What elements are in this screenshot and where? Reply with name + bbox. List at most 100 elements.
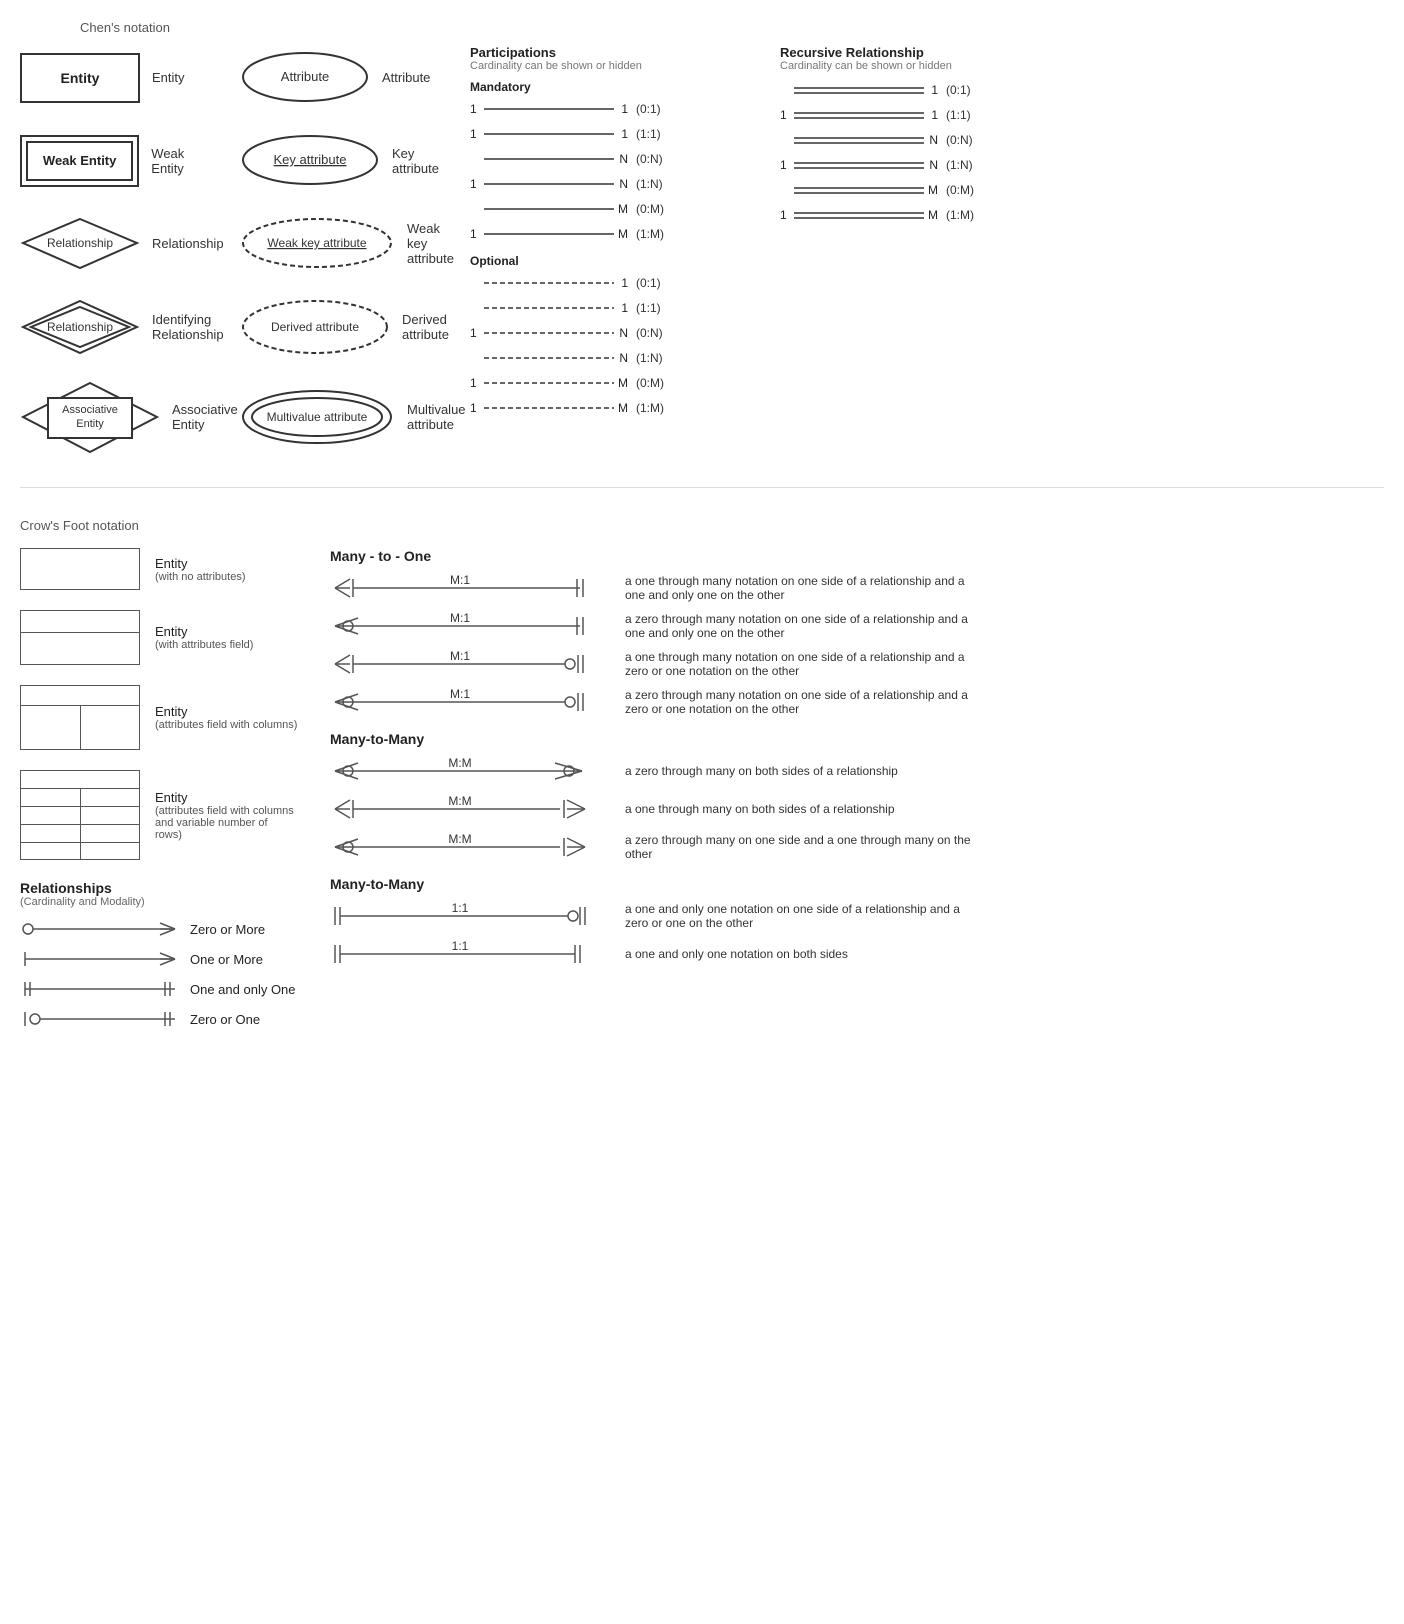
crows-title: Crow's Foot notation [20, 518, 1384, 533]
svg-text:Entity: Entity [76, 418, 104, 430]
11-row1: 1:1 a one and only one notation on one s… [330, 902, 1384, 930]
weak-entity-label: Weak Entity [151, 146, 220, 176]
svg-text:M:1: M:1 [450, 611, 470, 625]
svg-text:M:1: M:1 [450, 649, 470, 663]
crows-entity-attrs: Entity (with attributes field) [20, 610, 300, 665]
identifying-rel-shape: Relationship [20, 298, 140, 356]
svg-text:M:M: M:M [448, 832, 471, 846]
recursive-row-1n: 1 N (1:N) [780, 155, 1020, 175]
svg-text:Weak key attribute: Weak key attribute [267, 236, 366, 250]
svg-text:1:1: 1:1 [452, 901, 469, 915]
mm-row2: M:M a one through many on both sides of … [330, 795, 1384, 823]
optional-row-0n: 1 N (0:N) [470, 323, 760, 343]
participations-section: Participations Cardinality can be shown … [440, 45, 760, 457]
recursive-row-0n: N (0:N) [780, 130, 1020, 150]
crows-section: Crow's Foot notation Entity (with no att… [20, 518, 1384, 1038]
mm-diagram1: M:M [330, 757, 610, 785]
svg-text:Attribute: Attribute [281, 69, 329, 84]
m1-row3: M:1 a one through many notation on one s… [330, 650, 1384, 678]
rels-section: Relationships (Cardinality and Modality) [20, 880, 300, 1030]
varrows-entity-box [20, 770, 140, 860]
optional-row-1m: 1 M (1:M) [470, 398, 760, 418]
recursive-section: Recursive Relationship Cardinality can b… [760, 45, 1020, 457]
rels-subtitle: (Cardinality and Modality) [20, 896, 300, 908]
entity-row: Entity Entity [20, 45, 220, 110]
chens-section: Chen's notation Entity Entity Weak Entit… [20, 20, 1384, 457]
one-only-label: One and only One [190, 982, 296, 997]
rel-zero-or-one: Zero or One [20, 1008, 300, 1030]
svg-text:Multivalue attribute: Multivalue attribute [267, 410, 368, 424]
many-to-many-title: Many-to-Many [330, 731, 1384, 747]
participations-title: Participations [470, 45, 760, 60]
relationship-shape: Relationship [20, 216, 140, 271]
m1-row1: M:1 a one through many notation on one s… [330, 574, 1384, 602]
svg-text:M:M: M:M [448, 756, 471, 770]
mandatory-row-01: 1 1 (0:1) [470, 99, 760, 119]
relationship-label: Relationship [152, 236, 224, 251]
attribute-label: Attribute [382, 70, 430, 85]
crows-entity-varrows: Entity (attributes field with columns an… [20, 770, 300, 860]
participations-subtitle: Cardinality can be shown or hidden [470, 60, 760, 72]
crows-entity-simple: Entity (with no attributes) [20, 548, 300, 590]
assoc-entity-row: Associative Entity Associative Entity [20, 377, 220, 457]
multivalue-attr-row: Multivalue attribute Multivalue attribut… [240, 377, 440, 457]
m1-diagram2: M:1 [330, 612, 610, 640]
one-or-more-label: One or More [190, 952, 263, 967]
mandatory-row-1m: 1 M (1:M) [470, 224, 760, 244]
rel-one-or-more: One or More [20, 948, 300, 970]
simple-entity-sub: (with no attributes) [155, 571, 245, 583]
weak-key-attr-shape: Weak key attribute [240, 216, 395, 271]
optional-row-1n: N (1:N) [470, 348, 760, 368]
svg-text:Relationship: Relationship [47, 236, 113, 250]
identifying-rel-row: Relationship Identifying Relationship [20, 294, 220, 359]
many-to-one-title: Many - to - One [330, 548, 1384, 564]
11-row2: 1:1 a one and only one notation on both … [330, 940, 1384, 968]
svg-text:Relationship: Relationship [47, 320, 113, 334]
many-to-many2-title: Many-to-Many [330, 876, 1384, 892]
recursive-row-01: 1 (0:1) [780, 80, 1020, 100]
mm-row3: M:M a zero through many on one side and … [330, 833, 1384, 861]
optional-row-0m: 1 M (0:M) [470, 373, 760, 393]
mm-diagram3: M:M [330, 833, 610, 861]
key-attr-label: Key attribute [392, 146, 440, 176]
recursive-title: Recursive Relationship [780, 45, 1020, 60]
optional-row-11: 1 (1:1) [470, 298, 760, 318]
weak-entity-shape: Weak Entity [20, 135, 139, 187]
assoc-entity-shape: Associative Entity [20, 380, 160, 455]
m1-row2: M:1 a zero through many notation on one … [330, 612, 1384, 640]
derived-attr-shape: Derived attribute [240, 298, 390, 356]
crows-diagrams-col: Many - to - One M:1 [300, 548, 1384, 1038]
mandatory-row-0n: N (0:N) [470, 149, 760, 169]
page: Chen's notation Entity Entity Weak Entit… [20, 20, 1384, 1038]
m1-diagram3: M:1 [330, 650, 610, 678]
multivalue-attr-shape: Multivalue attribute [240, 387, 395, 447]
m1-diagram4: M:1 [330, 688, 610, 716]
recursive-subtitle: Cardinality can be shown or hidden [780, 60, 1020, 72]
m1-diagram1: M:1 [330, 574, 610, 602]
mandatory-label: Mandatory [470, 80, 760, 94]
identifying-rel-label: Identifying Relationship [152, 312, 224, 342]
svg-text:M:M: M:M [448, 794, 471, 808]
attribute-row: Attribute Attribute [240, 45, 440, 110]
optional-row-01: 1 (0:1) [470, 273, 760, 293]
mandatory-row-11: 1 1 (1:1) [470, 124, 760, 144]
mm-row1: M:M a zero through many on both sides of… [330, 757, 1384, 785]
optional-label: Optional [470, 254, 760, 268]
rel-zero-or-more: Zero or More [20, 918, 300, 940]
mandatory-row-1n: 1 N (1:N) [470, 174, 760, 194]
key-attr-row: Key attribute Key attribute [240, 128, 440, 193]
svg-text:Key attribute: Key attribute [274, 152, 347, 167]
svg-text:Derived attribute: Derived attribute [271, 320, 359, 334]
entity-label: Entity [152, 70, 185, 85]
key-attr-shape: Key attribute [240, 133, 380, 188]
crows-entities-col: Entity (with no attributes) Entity (with… [20, 548, 300, 1038]
attrs-entity-box [20, 610, 140, 665]
mandatory-row-0m: M (0:M) [470, 199, 760, 219]
relationship-row: Relationship Relationship [20, 211, 220, 276]
divider [20, 487, 1384, 488]
zero-or-more-label: Zero or More [190, 922, 265, 937]
chens-title: Chen's notation [80, 20, 1384, 35]
entity-shape: Entity [20, 53, 140, 103]
11-diagram1: 1:1 [330, 902, 610, 930]
recursive-row-11: 1 1 (1:1) [780, 105, 1020, 125]
